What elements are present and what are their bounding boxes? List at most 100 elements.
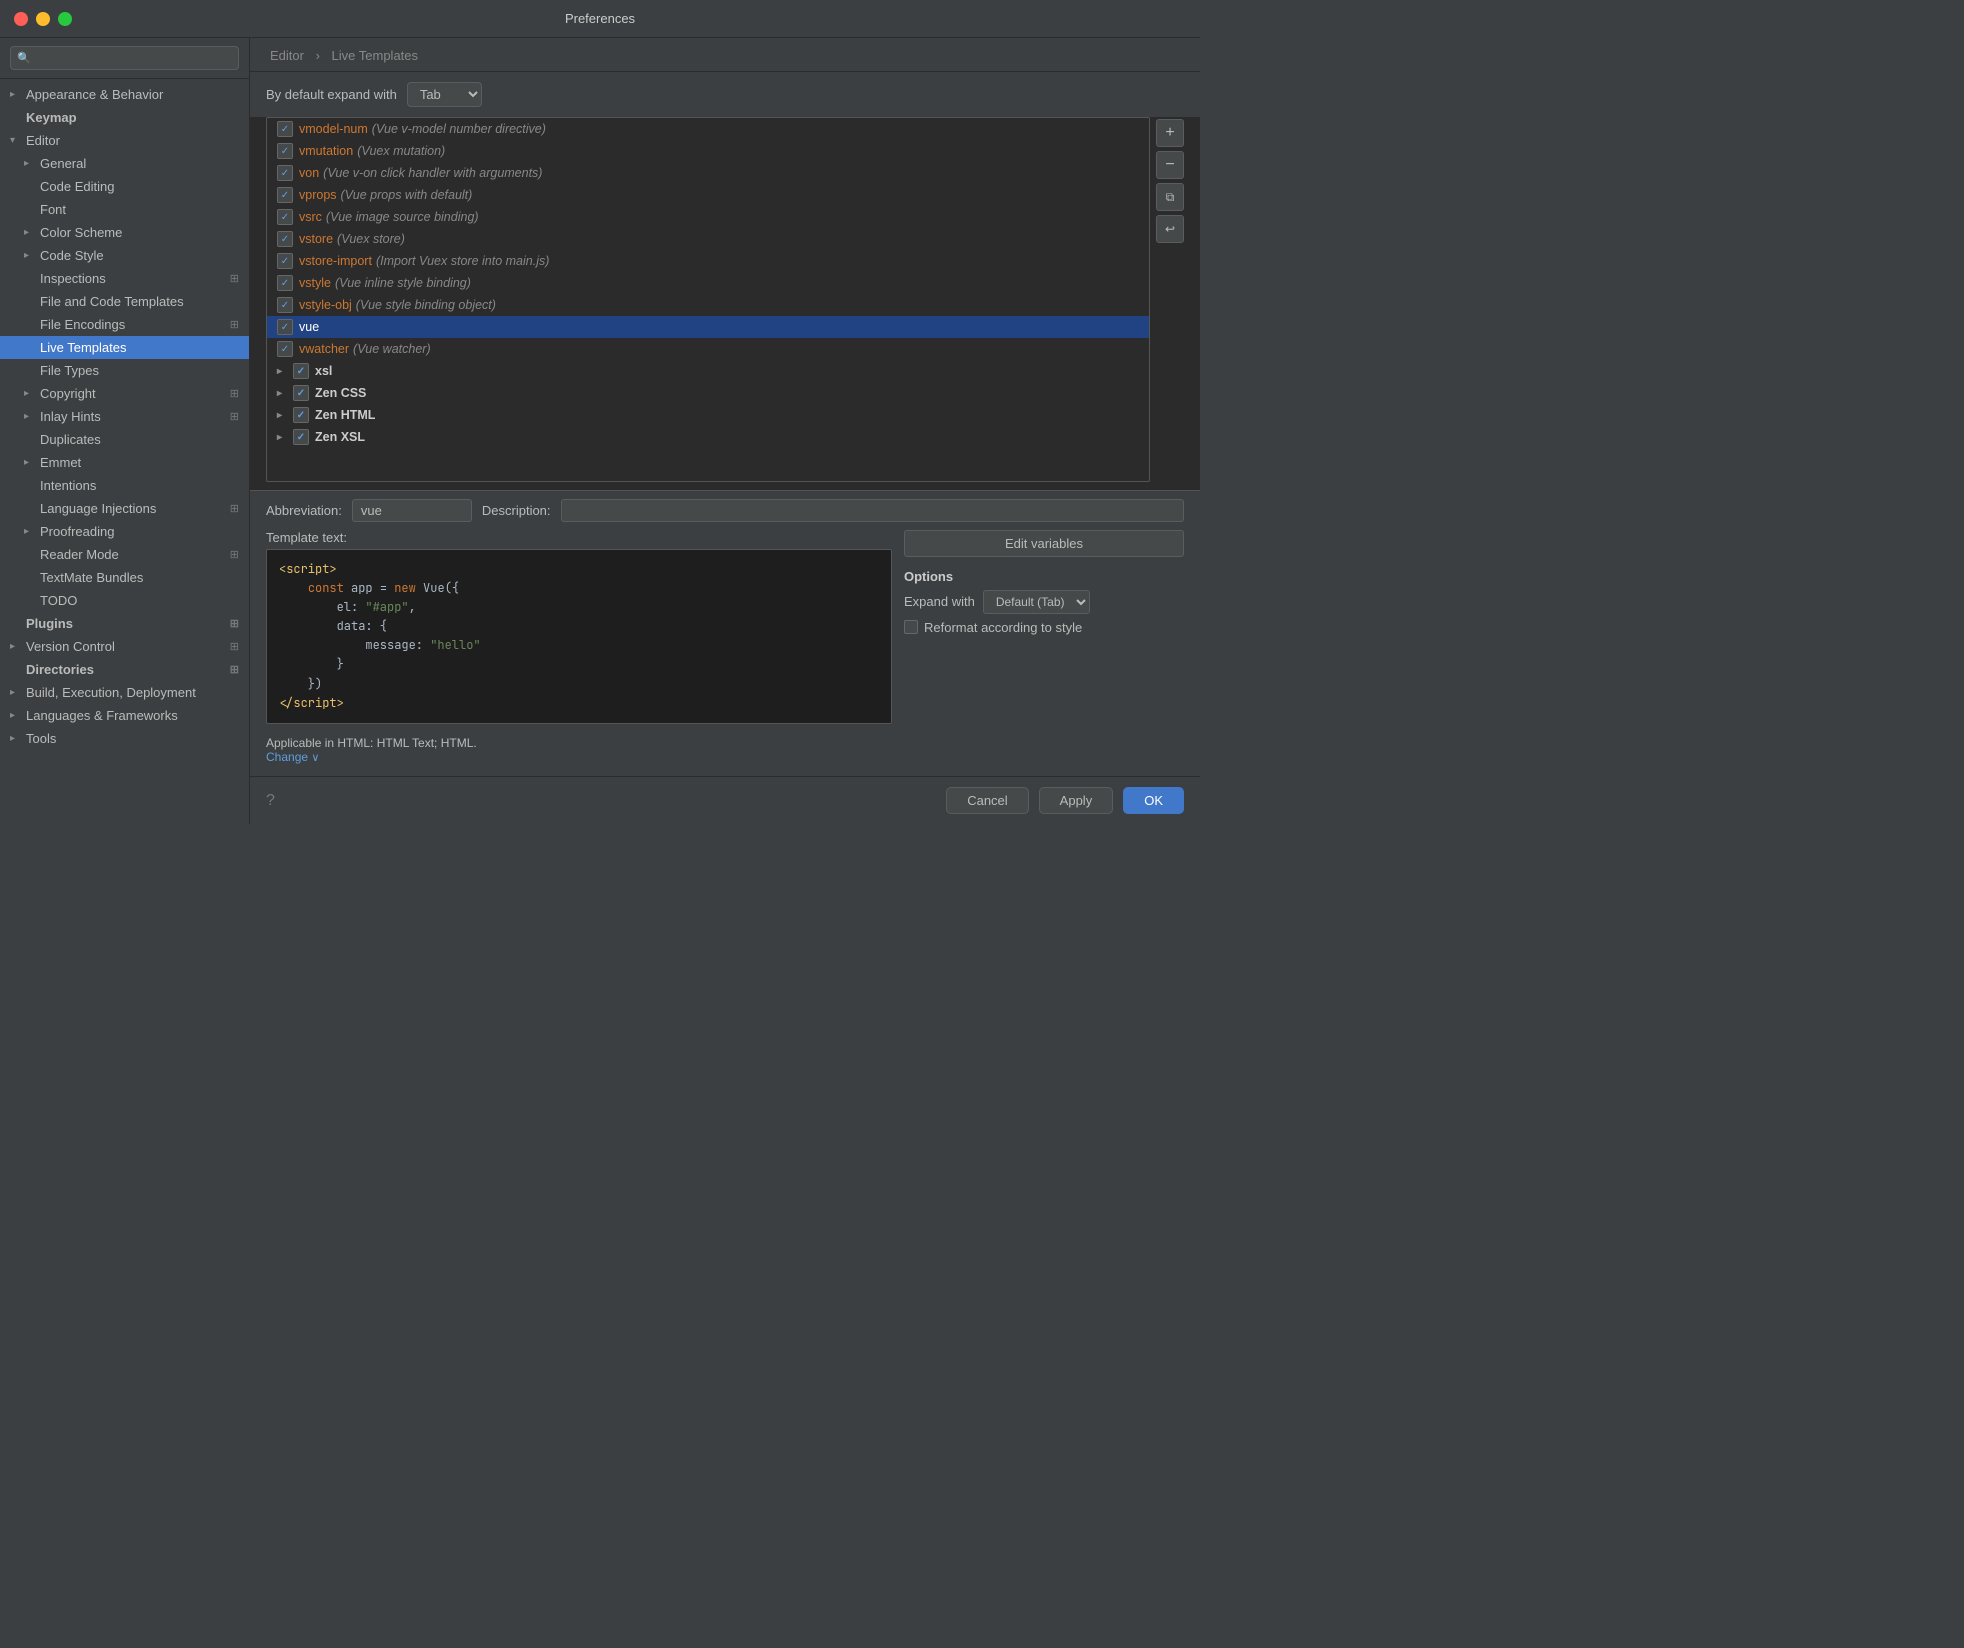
sidebar-item-live-templates[interactable]: Live Templates	[0, 336, 249, 359]
sidebar-item-file-types[interactable]: File Types	[0, 359, 249, 382]
template-checkbox[interactable]	[277, 143, 293, 159]
abbreviation-label: Abbreviation:	[266, 503, 342, 518]
sidebar-item-code-editing[interactable]: Code Editing	[0, 175, 249, 198]
sidebar-item-label: Code Editing	[40, 179, 114, 194]
template-row[interactable]: vstyle-obj (Vue style binding object)	[267, 294, 1149, 316]
chevron-icon: ▸	[24, 411, 36, 422]
template-desc: (Vue style binding object)	[356, 298, 496, 312]
template-checkbox[interactable]	[277, 275, 293, 291]
group-chevron-icon: ▸	[277, 432, 289, 443]
description-input[interactable]	[561, 499, 1184, 522]
sidebar-item-todo[interactable]: TODO	[0, 589, 249, 612]
template-checkbox[interactable]	[277, 209, 293, 225]
help-icon[interactable]: ?	[266, 792, 275, 810]
template-checkbox[interactable]	[277, 297, 293, 313]
sidebar-item-version-control[interactable]: ▸Version Control⊞	[0, 635, 249, 658]
template-row[interactable]: vue	[267, 316, 1149, 338]
copy-button[interactable]: ⧉	[1156, 183, 1184, 211]
template-checkbox[interactable]	[277, 231, 293, 247]
template-row[interactable]: vprops(Vue props with default)	[267, 184, 1149, 206]
template-row[interactable]: vwatcher(Vue watcher)	[267, 338, 1149, 360]
minimize-button[interactable]	[36, 12, 50, 26]
sidebar-item-directories[interactable]: Directories⊞	[0, 658, 249, 681]
template-checkbox[interactable]	[277, 187, 293, 203]
sidebar-item-label: TODO	[40, 593, 77, 608]
sidebar-item-languages-frameworks[interactable]: ▸Languages & Frameworks	[0, 704, 249, 727]
change-link[interactable]: Change	[266, 750, 308, 764]
template-checkbox[interactable]	[277, 165, 293, 181]
template-row[interactable]: ▸Zen HTML	[267, 404, 1149, 426]
template-list: vmodel-num(Vue v-model number directive)…	[267, 118, 1149, 481]
template-row[interactable]: ▸xsl	[267, 360, 1149, 382]
sidebar-item-keymap[interactable]: Keymap	[0, 106, 249, 129]
code-editor[interactable]: <script> const app = new Vue({ el: "#app…	[266, 549, 892, 725]
template-checkbox[interactable]	[293, 385, 309, 401]
sidebar-item-plugins[interactable]: Plugins⊞	[0, 612, 249, 635]
sidebar-item-emmet[interactable]: ▸Emmet	[0, 451, 249, 474]
maximize-button[interactable]	[58, 12, 72, 26]
template-row[interactable]: vstore-import(Import Vuex store into mai…	[267, 250, 1149, 272]
template-checkbox[interactable]	[293, 363, 309, 379]
sidebar-item-label: File Encodings	[40, 317, 125, 332]
template-row[interactable]: ▸Zen XSL	[267, 426, 1149, 448]
restore-button[interactable]: ↩	[1156, 215, 1184, 243]
sidebar-item-file-encodings[interactable]: File Encodings⊞	[0, 313, 249, 336]
reformat-row[interactable]: Reformat according to style	[904, 620, 1184, 635]
sidebar-item-reader-mode[interactable]: Reader Mode⊞	[0, 543, 249, 566]
remove-button[interactable]: −	[1156, 151, 1184, 179]
sidebar-item-label: Version Control	[26, 639, 115, 654]
template-row[interactable]: vmodel-num(Vue v-model number directive)	[267, 118, 1149, 140]
sidebar-item-proofreading[interactable]: ▸Proofreading	[0, 520, 249, 543]
sidebar-item-appearance[interactable]: ▸Appearance & Behavior	[0, 83, 249, 106]
search-input[interactable]	[10, 46, 239, 70]
badge-icon: ⊞	[230, 640, 239, 653]
sidebar-item-tools[interactable]: ▸Tools	[0, 727, 249, 750]
template-desc: (Vue inline style binding)	[335, 276, 471, 290]
template-row[interactable]: vstore(Vuex store)	[267, 228, 1149, 250]
close-button[interactable]	[14, 12, 28, 26]
sidebar-item-file-code-templates[interactable]: File and Code Templates	[0, 290, 249, 313]
sidebar-item-copyright[interactable]: ▸Copyright⊞	[0, 382, 249, 405]
sidebar-item-duplicates[interactable]: Duplicates	[0, 428, 249, 451]
apply-button[interactable]: Apply	[1039, 787, 1114, 814]
template-checkbox[interactable]	[277, 121, 293, 137]
cancel-button[interactable]: Cancel	[946, 787, 1028, 814]
template-row[interactable]: ▸Zen CSS	[267, 382, 1149, 404]
add-button[interactable]: +	[1156, 119, 1184, 147]
template-checkbox[interactable]	[277, 253, 293, 269]
template-checkbox[interactable]	[293, 407, 309, 423]
badge-icon: ⊞	[230, 387, 239, 400]
sidebar-item-color-scheme[interactable]: ▸Color Scheme	[0, 221, 249, 244]
abbreviation-input[interactable]	[352, 499, 472, 522]
sidebar-item-editor[interactable]: ▾Editor	[0, 129, 249, 152]
template-name: vstyle-obj	[299, 298, 352, 312]
template-checkbox[interactable]	[277, 341, 293, 357]
sidebar-item-label: Font	[40, 202, 66, 217]
sidebar-item-general[interactable]: ▸General	[0, 152, 249, 175]
reformat-checkbox[interactable]	[904, 620, 918, 634]
sidebar-item-textmate-bundles[interactable]: TextMate Bundles	[0, 566, 249, 589]
sidebar-item-label: Inspections	[40, 271, 106, 286]
sidebar-item-build-execution[interactable]: ▸Build, Execution, Deployment	[0, 681, 249, 704]
template-row[interactable]: vstyle(Vue inline style binding)	[267, 272, 1149, 294]
sidebar-item-intentions[interactable]: Intentions	[0, 474, 249, 497]
template-text-left: Template text: <script> const app = new …	[266, 530, 892, 725]
template-row[interactable]: von(Vue v-on click handler with argument…	[267, 162, 1149, 184]
right-panel: Editor › Live Templates By default expan…	[250, 38, 1200, 824]
template-name: vstore-import	[299, 254, 372, 268]
edit-variables-button[interactable]: Edit variables	[904, 530, 1184, 557]
expand-with-select[interactable]: Default (Tab) Tab Enter Space	[983, 590, 1090, 614]
sidebar-item-language-injections[interactable]: Language Injections⊞	[0, 497, 249, 520]
sidebar-item-font[interactable]: Font	[0, 198, 249, 221]
template-row[interactable]: vmutation(Vuex mutation)	[267, 140, 1149, 162]
template-checkbox[interactable]	[277, 319, 293, 335]
template-checkbox[interactable]	[293, 429, 309, 445]
ok-button[interactable]: OK	[1123, 787, 1184, 814]
sidebar-item-inspections[interactable]: Inspections⊞	[0, 267, 249, 290]
sidebar-item-inlay-hints[interactable]: ▸Inlay Hints⊞	[0, 405, 249, 428]
expand-select[interactable]: Tab Enter Space	[407, 82, 482, 107]
sidebar-item-code-style[interactable]: ▸Code Style	[0, 244, 249, 267]
sidebar-item-label: Keymap	[26, 110, 77, 125]
template-row[interactable]: vsrc(Vue image source binding)	[267, 206, 1149, 228]
options-title: Options	[904, 569, 1184, 584]
